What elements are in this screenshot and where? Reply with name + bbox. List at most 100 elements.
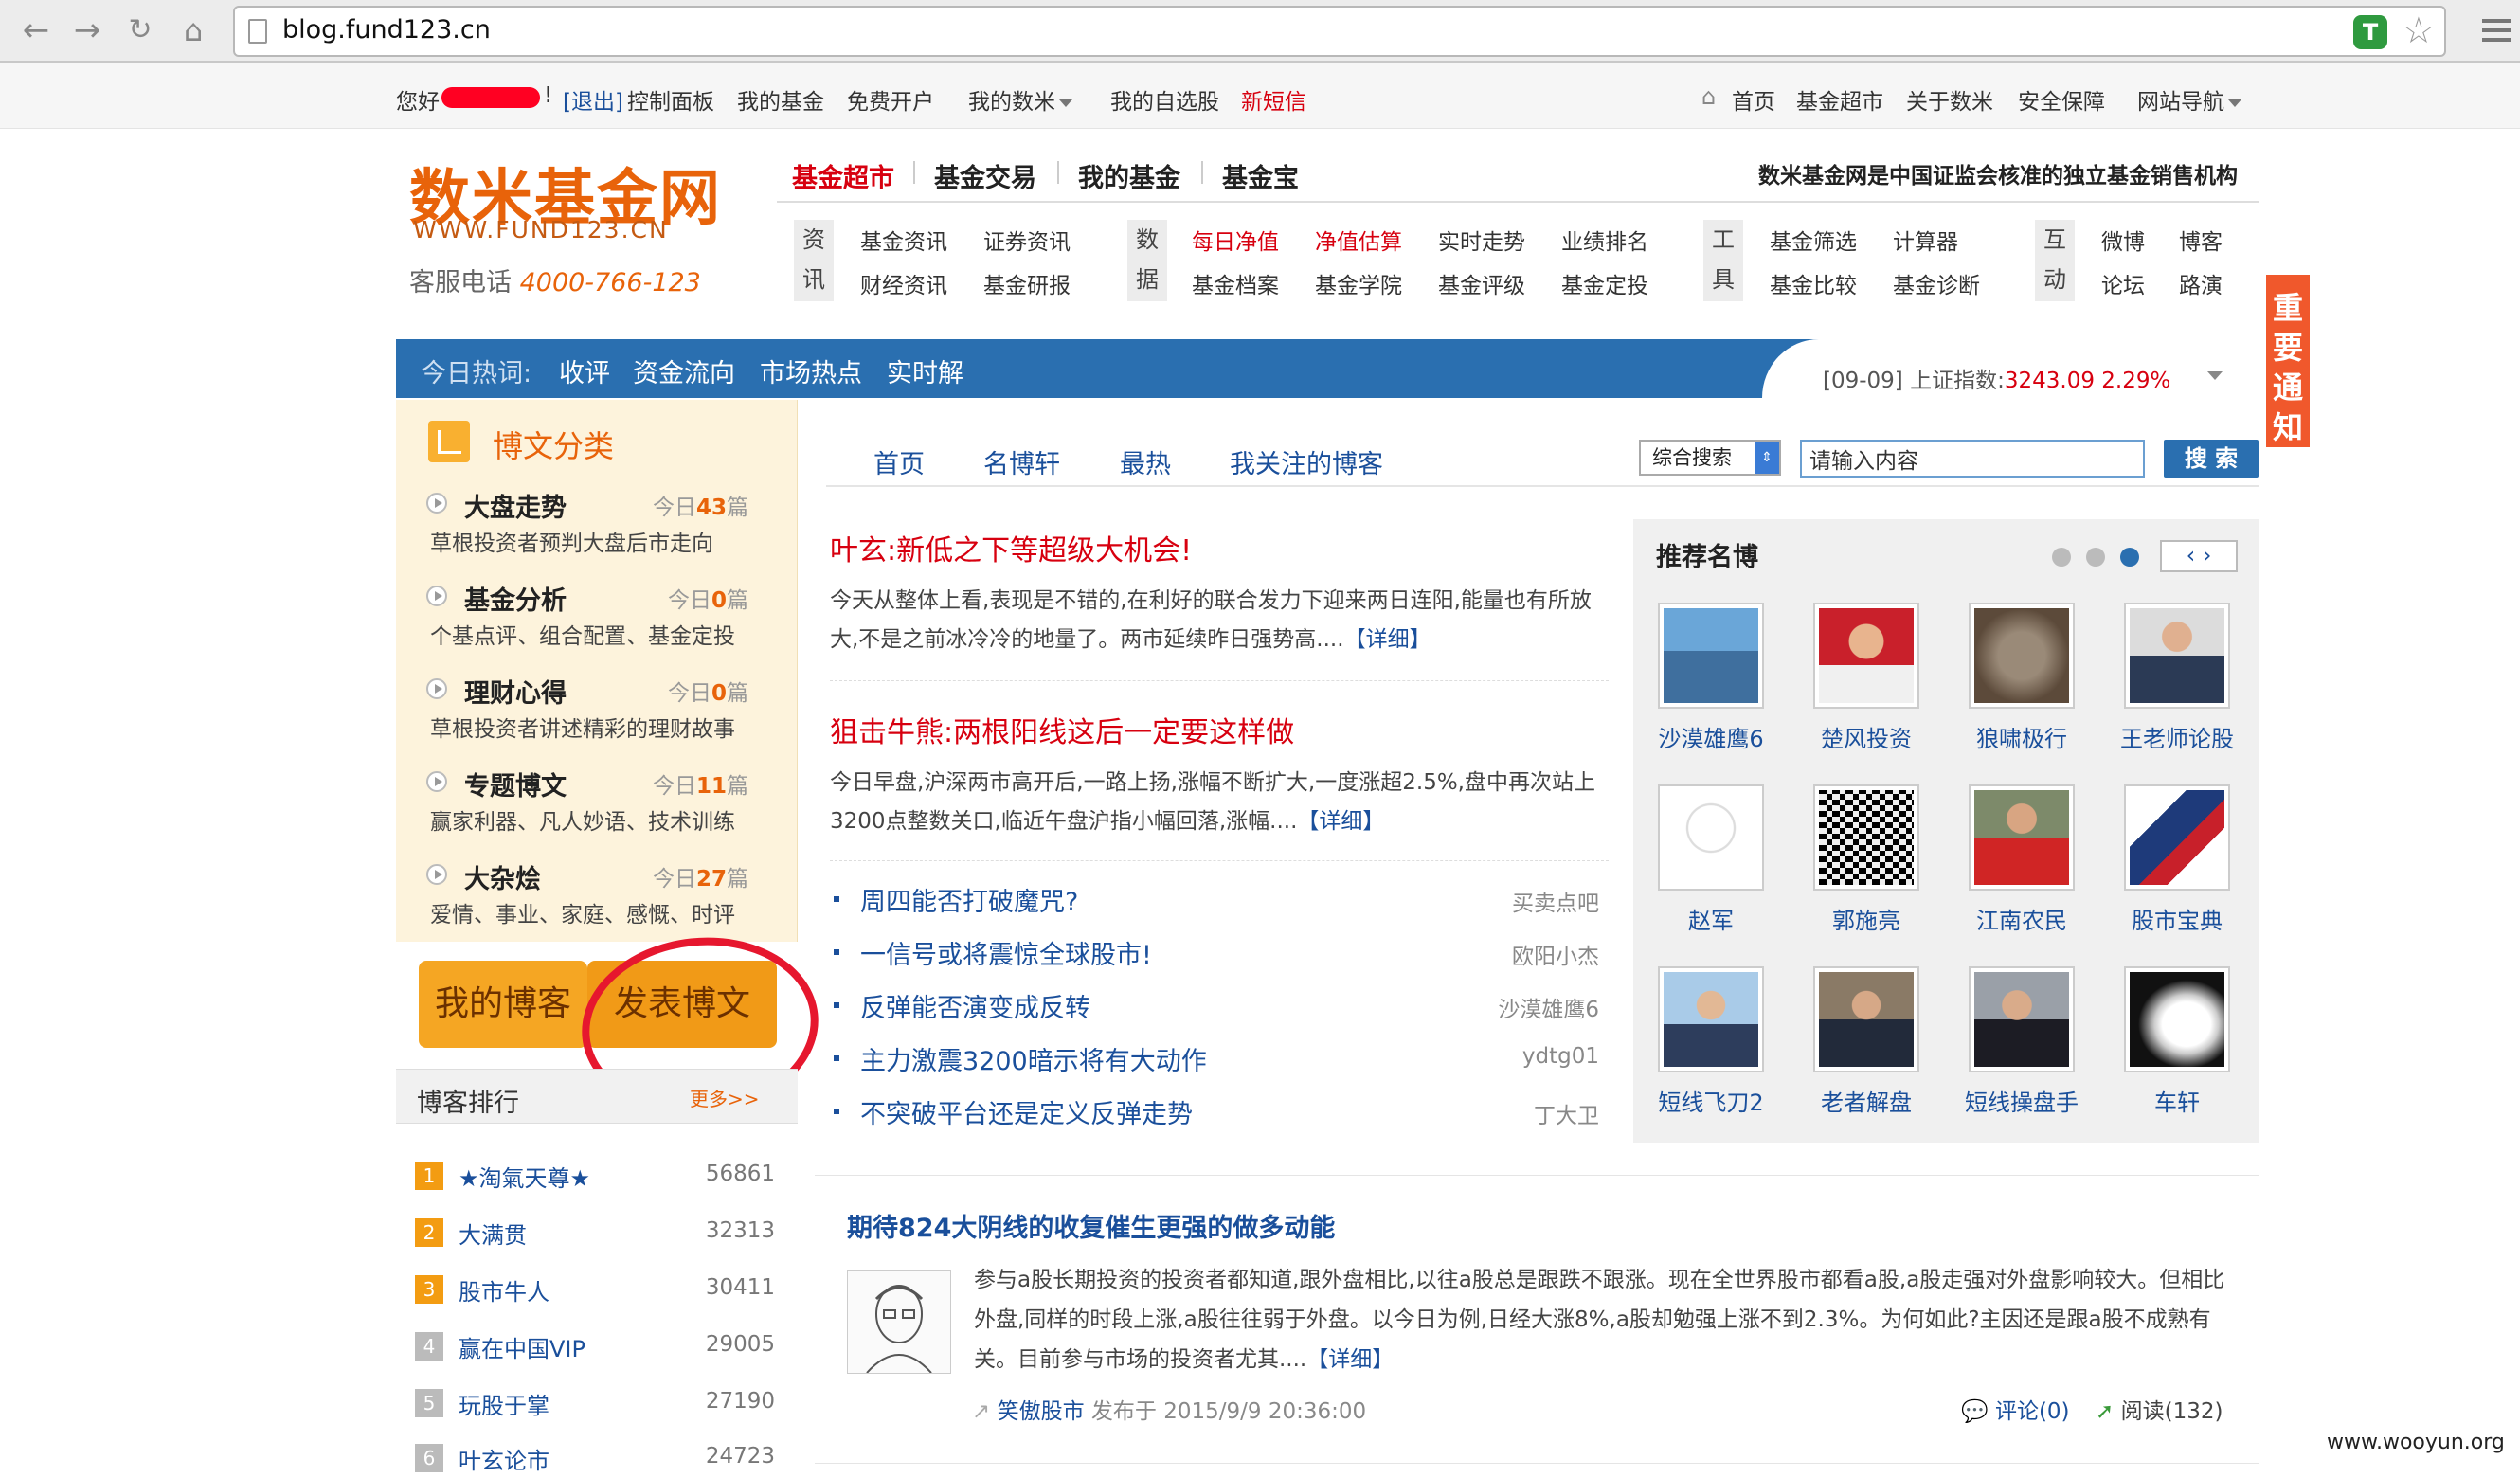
search-type-select[interactable]: 综合搜索 ⇕ (1639, 440, 1781, 476)
list-item[interactable]: 主力激震3200暗示将有大动作 ydtg01 (834, 1040, 1599, 1078)
nav-my-funds[interactable]: 我的基金 (1078, 157, 1180, 194)
blogger-name[interactable]: 郭施亮 (1800, 902, 1933, 935)
tab-home[interactable]: 首页 (873, 443, 925, 480)
ranking-row[interactable]: 4 赢在中国VIP 29005 (415, 1328, 775, 1366)
post-author[interactable]: 笑傲股市 (998, 1399, 1085, 1424)
blogger-name[interactable]: 车轩 (2111, 1084, 2243, 1117)
my-funds-link[interactable]: 我的基金 (737, 83, 824, 116)
hot-word[interactable]: 资金流向 (633, 352, 735, 389)
reload-icon[interactable]: ↻ (121, 11, 159, 49)
carousel-dot[interactable] (2052, 548, 2071, 567)
tab-followed-blogs[interactable]: 我关注的博客 (1230, 443, 1383, 480)
link-calculator[interactable]: 计算器 (1893, 224, 1958, 256)
link-blog[interactable]: 博客 (2179, 224, 2223, 256)
blogger-name[interactable]: 短线飞刀2 (1645, 1084, 1777, 1117)
blogger-name[interactable]: 狼啸极行 (1955, 720, 2088, 753)
search-button[interactable]: 搜 索 (2164, 440, 2259, 478)
important-notice-tab[interactable]: 重要通知 (2266, 275, 2310, 447)
avatar[interactable] (1658, 603, 1764, 709)
chevron-right-icon[interactable]: › (2203, 542, 2212, 568)
link-roadshow[interactable]: 路演 (2179, 267, 2223, 299)
link-realtime-trend[interactable]: 实时走势 (1438, 224, 1525, 256)
menu-icon[interactable] (2482, 19, 2511, 23)
shanghai-index[interactable]: [09-09] 上证指数:3243.09 2.29% (1823, 362, 2170, 394)
top-fund-market-link[interactable]: 基金超市 (1796, 83, 1883, 116)
avatar[interactable] (1813, 784, 1919, 891)
comments-link[interactable]: 💬 评论(0) (1961, 1393, 2070, 1425)
link-daily-nav[interactable]: 每日净值 (1192, 224, 1279, 256)
link-nav-estimate[interactable]: 净值估算 (1315, 224, 1402, 256)
ranking-more-link[interactable]: 更多>> (690, 1084, 760, 1111)
blogger-name[interactable]: 江南农民 (1955, 902, 2088, 935)
list-item-title[interactable]: 周四能否打破魔咒? (860, 881, 1078, 918)
carousel-nav[interactable]: ‹ › (2160, 540, 2238, 572)
new-message-link[interactable]: 新短信 (1241, 83, 1306, 116)
watchlist-link[interactable]: 我的自选股 (1110, 83, 1219, 116)
bookmark-star-icon[interactable]: ☆ (2403, 9, 2435, 51)
list-item[interactable]: 一信号或将震惊全球股市! 欧阳小杰 (834, 934, 1599, 972)
link-performance-rank[interactable]: 业绩排名 (1561, 224, 1648, 256)
forward-icon[interactable]: → (68, 11, 106, 49)
detail-link[interactable]: 【详细】 (1344, 627, 1431, 652)
detail-link[interactable]: 【详细】 (1306, 1347, 1394, 1372)
site-nav-dropdown[interactable]: 网站导航 (2137, 83, 2241, 116)
featured-title[interactable]: 狙击牛熊:两根阳线这后一定要这样做 (830, 709, 1294, 750)
logout-link[interactable]: [退出] (563, 83, 623, 116)
tab-hottest[interactable]: 最热 (1120, 443, 1171, 480)
avatar[interactable] (1969, 603, 2075, 709)
ranking-row[interactable]: 6 叶玄论市 24723 (415, 1440, 775, 1478)
blogger-name[interactable]: 短线操盘手 (1955, 1084, 2088, 1117)
nav-fund-market[interactable]: 基金超市 (792, 157, 894, 194)
avatar[interactable] (2124, 966, 2230, 1072)
link-fund-news[interactable]: 基金资讯 (860, 224, 947, 256)
link-fund-fixed-invest[interactable]: 基金定投 (1561, 267, 1648, 299)
blogger-name[interactable]: 王老师论股 (2111, 720, 2243, 753)
ranking-row[interactable]: 1 ★淘氣天尊★ 56861 (415, 1158, 775, 1196)
hot-word[interactable]: 市场热点 (760, 352, 862, 389)
ranking-row[interactable]: 3 股市牛人 30411 (415, 1271, 775, 1309)
list-item-title[interactable]: 一信号或将震惊全球股市! (860, 934, 1152, 971)
security-link[interactable]: 安全保障 (2018, 83, 2105, 116)
home-icon[interactable]: ⌂ (174, 11, 212, 49)
tab-famous-blogs[interactable]: 名博轩 (983, 443, 1060, 480)
list-item-title[interactable]: 不突破平台还是定义反弹走势 (860, 1093, 1193, 1130)
chevron-left-icon[interactable]: ‹ (2187, 542, 2196, 568)
detail-link[interactable]: 【详细】 (1297, 809, 1384, 834)
about-link[interactable]: 关于数米 (1906, 83, 1993, 116)
search-input[interactable] (1800, 440, 2145, 478)
featured-title[interactable]: 叶玄:新低之下等超级大机会! (830, 527, 1192, 568)
my-blog-button[interactable]: 我的博客 (419, 961, 587, 1048)
extension-shield-icon[interactable]: T (2353, 15, 2387, 49)
blogger-name[interactable]: 赵军 (1645, 902, 1777, 935)
nav-fund-trade[interactable]: 基金交易 (934, 157, 1036, 194)
list-item-title[interactable]: 主力激震3200暗示将有大动作 (860, 1040, 1207, 1077)
link-fund-research[interactable]: 基金研报 (983, 267, 1071, 299)
blogger-name[interactable]: 沙漠雄鹰6 (1645, 720, 1777, 753)
link-fund-diagnose[interactable]: 基金诊断 (1893, 267, 1980, 299)
blogger-name[interactable]: 老者解盘 (1800, 1084, 1933, 1117)
hot-word[interactable]: 收评 (559, 352, 610, 389)
post-title[interactable]: 期待824大阴线的收复催生更强的做多动能 (847, 1207, 1335, 1244)
back-icon[interactable]: ← (17, 11, 55, 49)
link-weibo[interactable]: 微博 (2101, 224, 2145, 256)
avatar[interactable] (1969, 966, 2075, 1072)
control-panel-link[interactable]: 控制面板 (627, 83, 714, 116)
open-account-link[interactable]: 免费开户 (847, 83, 934, 116)
address-bar[interactable]: blog.fund123.cn T ☆ (233, 6, 2446, 57)
link-securities-news[interactable]: 证券资讯 (983, 224, 1071, 256)
link-fund-archive[interactable]: 基金档案 (1192, 267, 1279, 299)
top-home-link[interactable]: 首页 (1732, 83, 1775, 116)
avatar[interactable] (2124, 603, 2230, 709)
nav-fund-bao[interactable]: 基金宝 (1222, 157, 1299, 194)
list-item[interactable]: 反弹能否演变成反转 沙漠雄鹰6 (834, 987, 1599, 1025)
link-finance-news[interactable]: 财经资讯 (860, 267, 947, 299)
list-item-title[interactable]: 反弹能否演变成反转 (860, 987, 1090, 1024)
ranking-row[interactable]: 2 大满贯 32313 (415, 1215, 775, 1253)
avatar[interactable] (1658, 966, 1764, 1072)
link-forum[interactable]: 论坛 (2101, 267, 2145, 299)
carousel-dot[interactable] (2086, 548, 2105, 567)
carousel-dot-active[interactable] (2120, 548, 2139, 567)
list-item[interactable]: 周四能否打破魔咒? 买卖点吧 (834, 881, 1599, 919)
chevron-down-icon[interactable] (2207, 371, 2223, 380)
my-shumi-dropdown[interactable]: 我的数米 (968, 83, 1072, 116)
